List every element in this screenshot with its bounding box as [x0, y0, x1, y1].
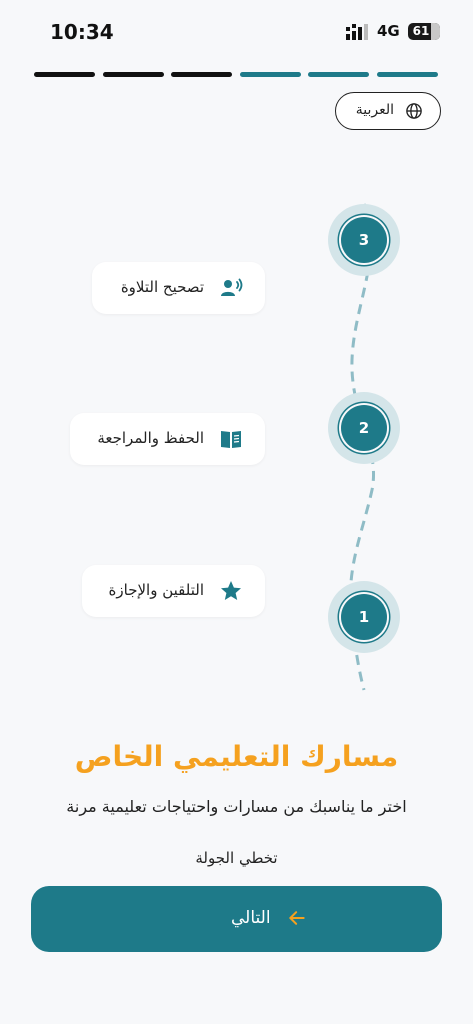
language-label: العربية	[355, 102, 394, 118]
next-button[interactable]: التالي	[31, 886, 442, 952]
page-title: مسارك التعليمي الخاص	[74, 740, 399, 773]
status-time: 10:34	[50, 20, 114, 44]
battery-level: 61	[412, 24, 430, 38]
progress-segment	[34, 72, 95, 77]
step-2-marker: 2	[341, 405, 387, 451]
step-1-number: 1	[358, 608, 370, 626]
page-subtitle: اختر ما يناسبك من مسارات واحتياجات تعليم…	[66, 797, 407, 816]
next-button-label: التالي	[231, 908, 271, 928]
star-icon	[221, 581, 241, 600]
step-card-label: الحفظ والمراجعة	[97, 429, 204, 447]
skip-tour-link[interactable]: تخطي الجولة	[0, 849, 473, 867]
step-1-marker: 1	[341, 594, 387, 640]
progress-segment	[308, 72, 370, 77]
globe-icon	[406, 103, 422, 119]
step-card-memorization-review: الحفظ والمراجعة	[70, 413, 265, 465]
arrow-left-icon	[289, 911, 305, 925]
user-voice-icon	[221, 278, 243, 296]
language-button[interactable]: العربية	[335, 92, 441, 130]
step-3-marker: 3	[341, 217, 387, 263]
open-book-icon	[221, 431, 241, 448]
status-bar: 10:34 4G 61	[0, 0, 473, 62]
step-2-number: 2	[358, 419, 370, 437]
step-card-instruction-ijazah: التلقين والإجازة	[82, 565, 265, 617]
progress-segment	[171, 72, 233, 77]
signal-icon	[346, 24, 368, 40]
progress-segment	[102, 72, 164, 77]
step-card-recitation-correction: تصحيح التلاوة	[92, 262, 265, 314]
step-card-label: التلقين والإجازة	[108, 581, 204, 599]
step-card-label: تصحيح التلاوة	[120, 278, 204, 296]
progress-segment	[239, 72, 301, 77]
onboarding-progress	[34, 72, 438, 77]
progress-segment	[377, 72, 438, 77]
step-3-number: 3	[358, 231, 370, 249]
battery-icon: 61	[408, 23, 440, 40]
network-type: 4G	[377, 22, 400, 40]
